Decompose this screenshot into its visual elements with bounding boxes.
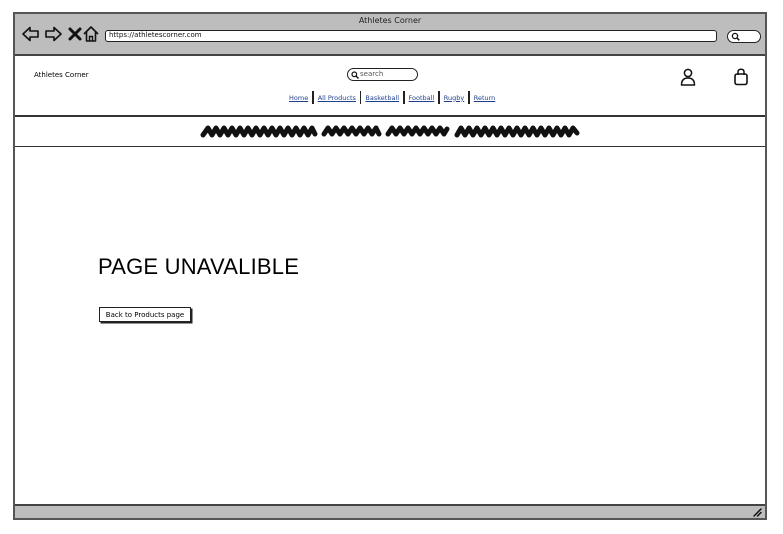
- resize-grip-icon[interactable]: [752, 507, 762, 517]
- arrow-right-icon[interactable]: [44, 25, 62, 43]
- nav-return[interactable]: Return: [470, 94, 500, 102]
- main-navigation: Home All Products Basketball Football Ru…: [285, 91, 499, 104]
- search-field[interactable]: [347, 68, 418, 81]
- user-icon[interactable]: [680, 68, 696, 86]
- window-title: Athletes Corner: [358, 16, 422, 25]
- nav-rugby[interactable]: Rugby: [440, 94, 468, 102]
- browser-window: Athletes Corner https://athletescorner.c…: [13, 12, 767, 520]
- home-icon[interactable]: [82, 25, 100, 43]
- page-title: PAGE UNAVALIBLE: [98, 254, 300, 279]
- title-bar: Athletes Corner https://athletescorner.c…: [15, 14, 765, 56]
- search-icon: [351, 70, 359, 79]
- nav-home[interactable]: Home: [285, 94, 312, 102]
- search-input[interactable]: [360, 69, 414, 79]
- back-to-products-button[interactable]: Back to Products page: [99, 307, 191, 322]
- nav-football[interactable]: Football: [405, 94, 439, 102]
- address-bar[interactable]: https://athletescorner.com: [105, 30, 717, 42]
- shopping-bag-icon[interactable]: [733, 68, 749, 86]
- brand-name[interactable]: Athletes Corner: [34, 71, 89, 79]
- status-bar: [15, 504, 765, 518]
- browser-search-button[interactable]: [727, 30, 761, 43]
- search-icon: [731, 32, 740, 41]
- nav-all-products[interactable]: All Products: [314, 94, 360, 102]
- arrow-left-icon[interactable]: [22, 25, 40, 43]
- nav-basketball[interactable]: Basketball: [361, 94, 403, 102]
- scribbled-banner-text: [200, 125, 580, 138]
- site-header: Athletes Corner Home All Products Basket…: [15, 56, 765, 117]
- promo-banner: [15, 118, 765, 147]
